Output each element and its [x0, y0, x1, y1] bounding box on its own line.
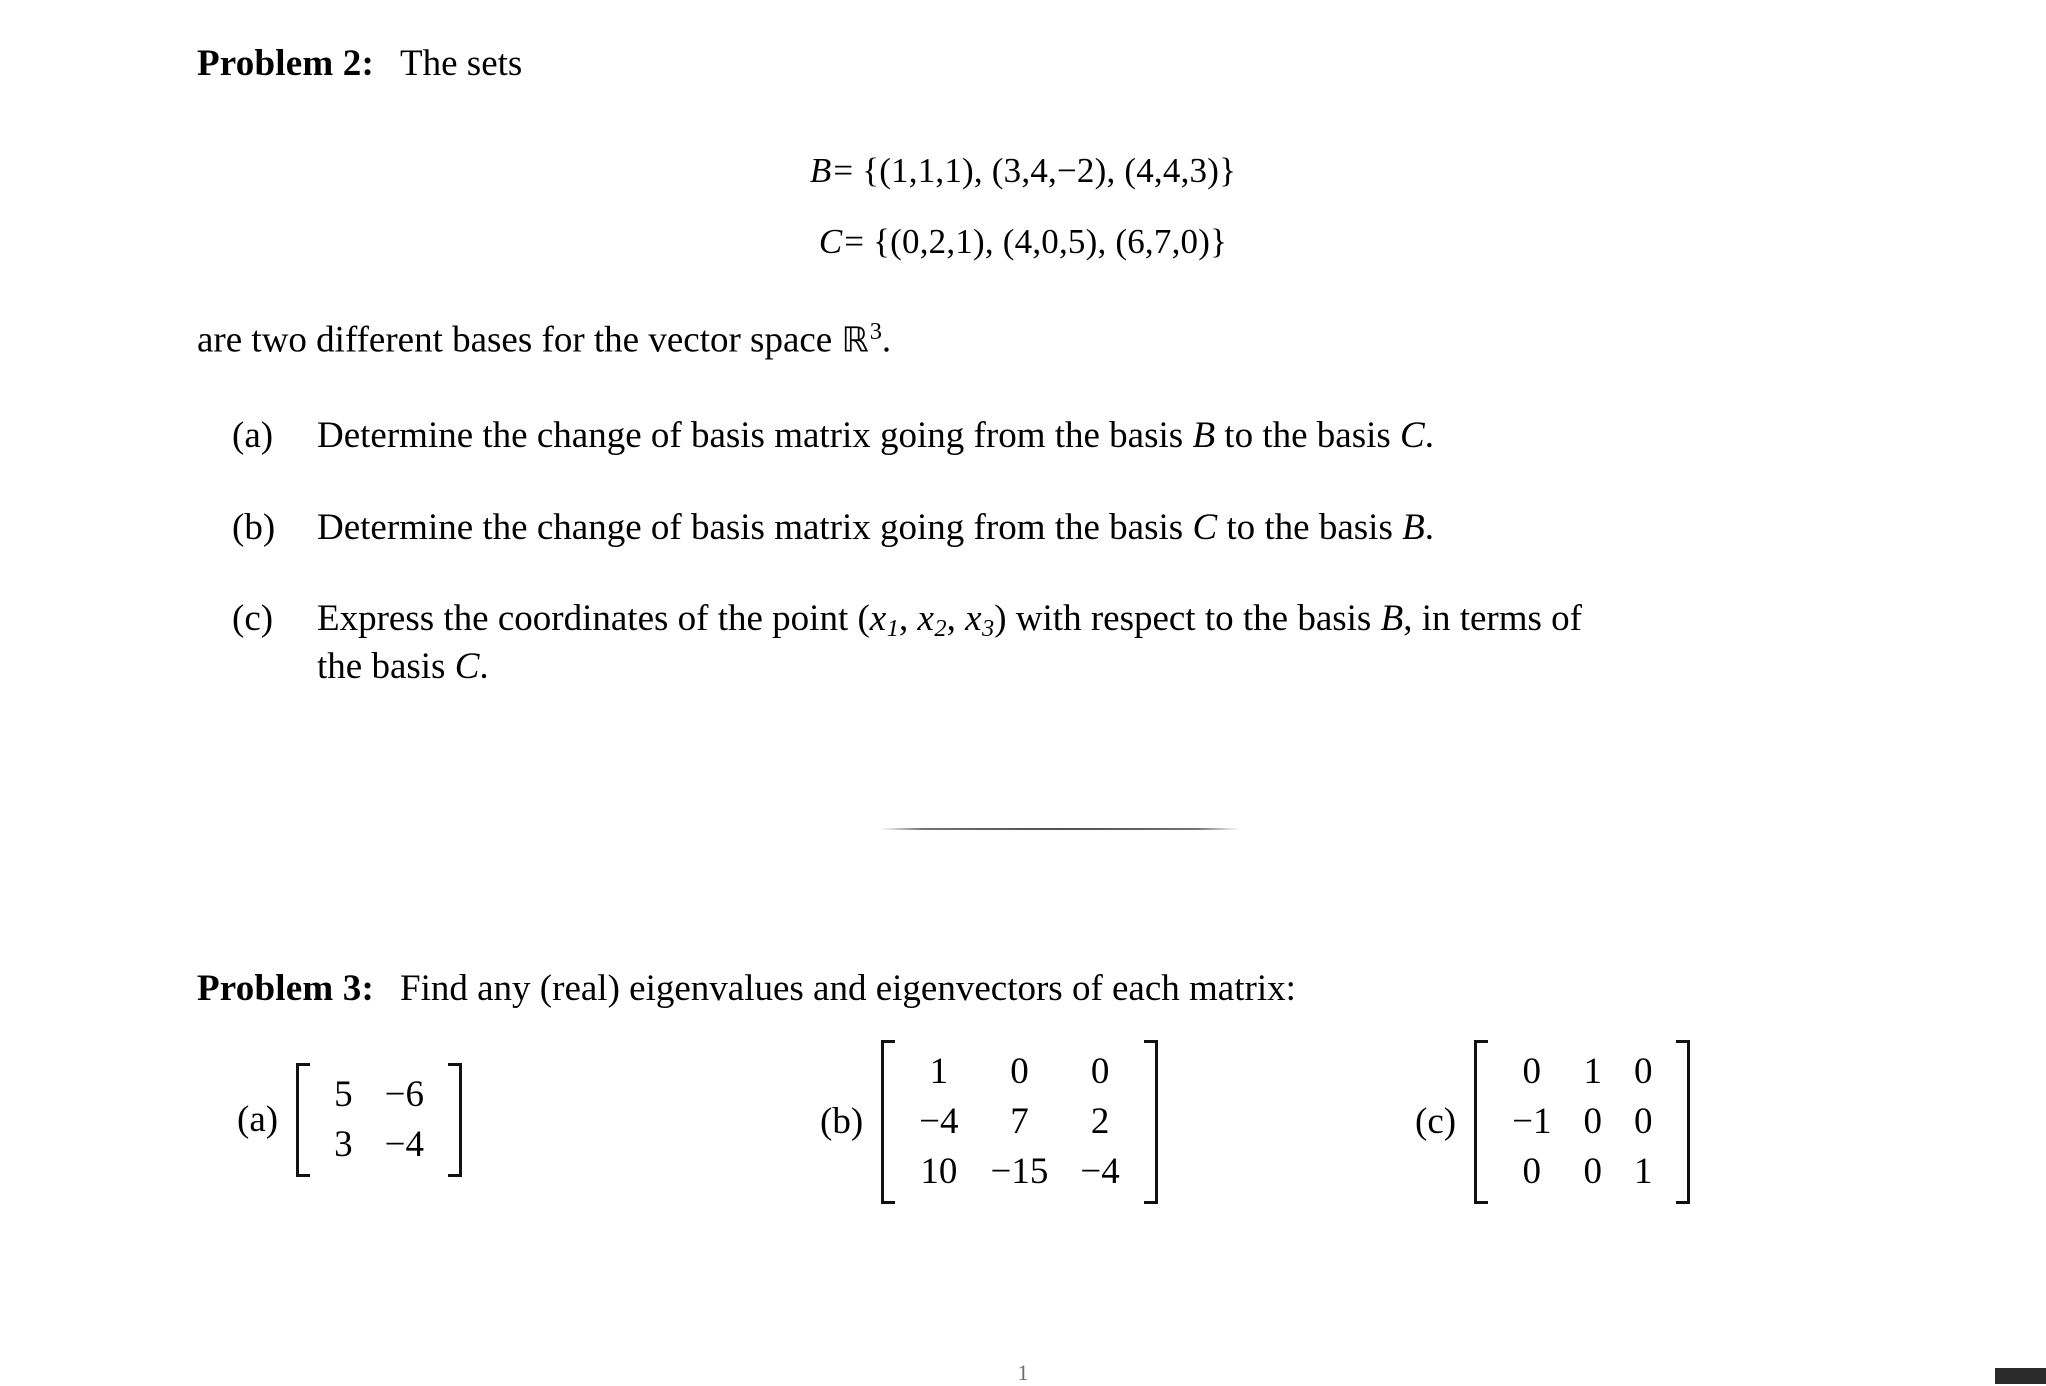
item-c-marker: (c) [232, 598, 274, 639]
matrix-a-marker: (a) [237, 1099, 279, 1141]
matrix-b-cells: 1 0 0 −4 7 2 10 −15 −4 [897, 1040, 1142, 1204]
problem-2-intro: The sets [400, 43, 523, 84]
matrix-cell: 2 [1090, 1100, 1110, 1142]
equation-c-body: = {(0,2,1), (4,0,5), (6,7,0)} [844, 222, 1228, 261]
real-numbers-symbol: ℝ [841, 320, 869, 361]
matrix-b-left-bracket [881, 1040, 897, 1204]
equation-c-name: C [818, 222, 843, 261]
problem-2-item-c: (c) Express the coordinates of the point… [232, 596, 1932, 689]
matrix-c-right-bracket [1674, 1040, 1691, 1204]
matrix-cell: −4 [1080, 1150, 1120, 1192]
matrix-cell: 0 [1583, 1150, 1602, 1192]
matrix-b-right-bracket [1142, 1040, 1158, 1204]
matrix-cell: 5 [334, 1074, 353, 1115]
matrix-cell: 1 [1583, 1051, 1602, 1092]
matrix-c-marker: (c) [1415, 1101, 1457, 1143]
item-a-marker: (a) [232, 415, 274, 456]
matrix-cell: 0 [1522, 1150, 1542, 1192]
problem-3-matrix-b: (b) 1 0 0 −4 7 2 10 −15 −4 [820, 1040, 1158, 1204]
matrix-c-left-bracket [1474, 1040, 1490, 1204]
problem-3-intro: Find any (real) eigenvalues and eigenvec… [400, 968, 1296, 1009]
matrix-cell: −4 [384, 1123, 424, 1165]
matrix-cell: −4 [919, 1100, 959, 1142]
problem-3-heading: Problem 3: Find any (real) eigenvalues an… [197, 967, 1296, 1011]
real-numbers-exponent: 3 [869, 318, 882, 345]
matrix-a-cells: 5 −6 3 −4 [312, 1063, 446, 1177]
item-a-text: Determine the change of basis matrix goi… [317, 415, 1434, 456]
page-edge-artifact [1995, 1368, 2046, 1384]
problem-3-matrix-c: (c) 0 1 0 −1 0 0 0 0 1 [1415, 1040, 1691, 1204]
matrix-cell: 0 [1633, 1100, 1653, 1142]
equation-set-c: C= {(0,2,1), (4,0,5), (6,7,0)} [0, 222, 2046, 262]
item-c-text: Express the coordinates of the point (x1… [317, 598, 1582, 688]
matrix-c-bracketed: 0 1 0 −1 0 0 0 0 1 [1474, 1040, 1691, 1204]
matrix-cell: −6 [384, 1074, 424, 1115]
problem-2-item-b: (b) Determine the change of basis matrix… [232, 505, 1952, 550]
matrix-cell: 0 [1010, 1051, 1029, 1092]
document-page: Problem 2: The sets B= {(1,1,1), (3,4,−2)… [0, 0, 2046, 1385]
item-b-marker: (b) [232, 507, 276, 548]
matrix-cell: 0 [1090, 1051, 1110, 1092]
problem-2-item-a: (a) Determine the change of basis matrix… [232, 413, 1952, 458]
matrix-cell: 0 [1583, 1100, 1602, 1142]
equation-set-b: B= {(1,1,1), (3,4,−2), (4,4,3)} [0, 151, 2046, 191]
matrix-cell: −15 [990, 1150, 1049, 1192]
equation-b-body: = {(1,1,1), (3,4,−2), (4,4,3)} [833, 151, 1237, 190]
matrix-b-marker: (b) [820, 1101, 864, 1143]
matrix-b-bracketed: 1 0 0 −4 7 2 10 −15 −4 [881, 1040, 1158, 1204]
problem-2-heading: Problem 2: The sets [197, 42, 522, 86]
matrix-cell: −1 [1512, 1100, 1552, 1142]
matrix-c-cells: 0 1 0 −1 0 0 0 0 1 [1490, 1040, 1674, 1204]
matrix-a-bracketed: 5 −6 3 −4 [296, 1063, 462, 1177]
bases-statement-text: are two different bases for the vector s… [197, 319, 842, 361]
bases-statement-period: . [881, 319, 892, 361]
matrix-cell: 7 [1010, 1100, 1029, 1142]
matrix-cell: 1 [1633, 1150, 1653, 1192]
problem-2-label: Problem 2: [197, 43, 375, 84]
matrix-cell: 1 [929, 1051, 949, 1092]
problem-3-label: Problem 3: [197, 968, 375, 1009]
section-separator-rule [880, 828, 1240, 830]
item-b-text: Determine the change of basis matrix goi… [317, 507, 1434, 548]
bases-statement-line: are two different bases for the vector s… [197, 317, 891, 364]
equation-b-name: B [809, 151, 832, 190]
matrix-a-right-bracket [446, 1063, 462, 1177]
matrix-cell: 0 [1522, 1051, 1542, 1092]
problem-3-matrix-a: (a) 5 −6 3 −4 [237, 1063, 462, 1177]
matrix-cell: 3 [334, 1123, 353, 1165]
matrix-cell: 0 [1633, 1051, 1653, 1092]
page-number: 1 [1017, 1360, 1029, 1385]
matrix-cell: 10 [920, 1150, 958, 1192]
matrix-a-left-bracket [296, 1063, 312, 1177]
